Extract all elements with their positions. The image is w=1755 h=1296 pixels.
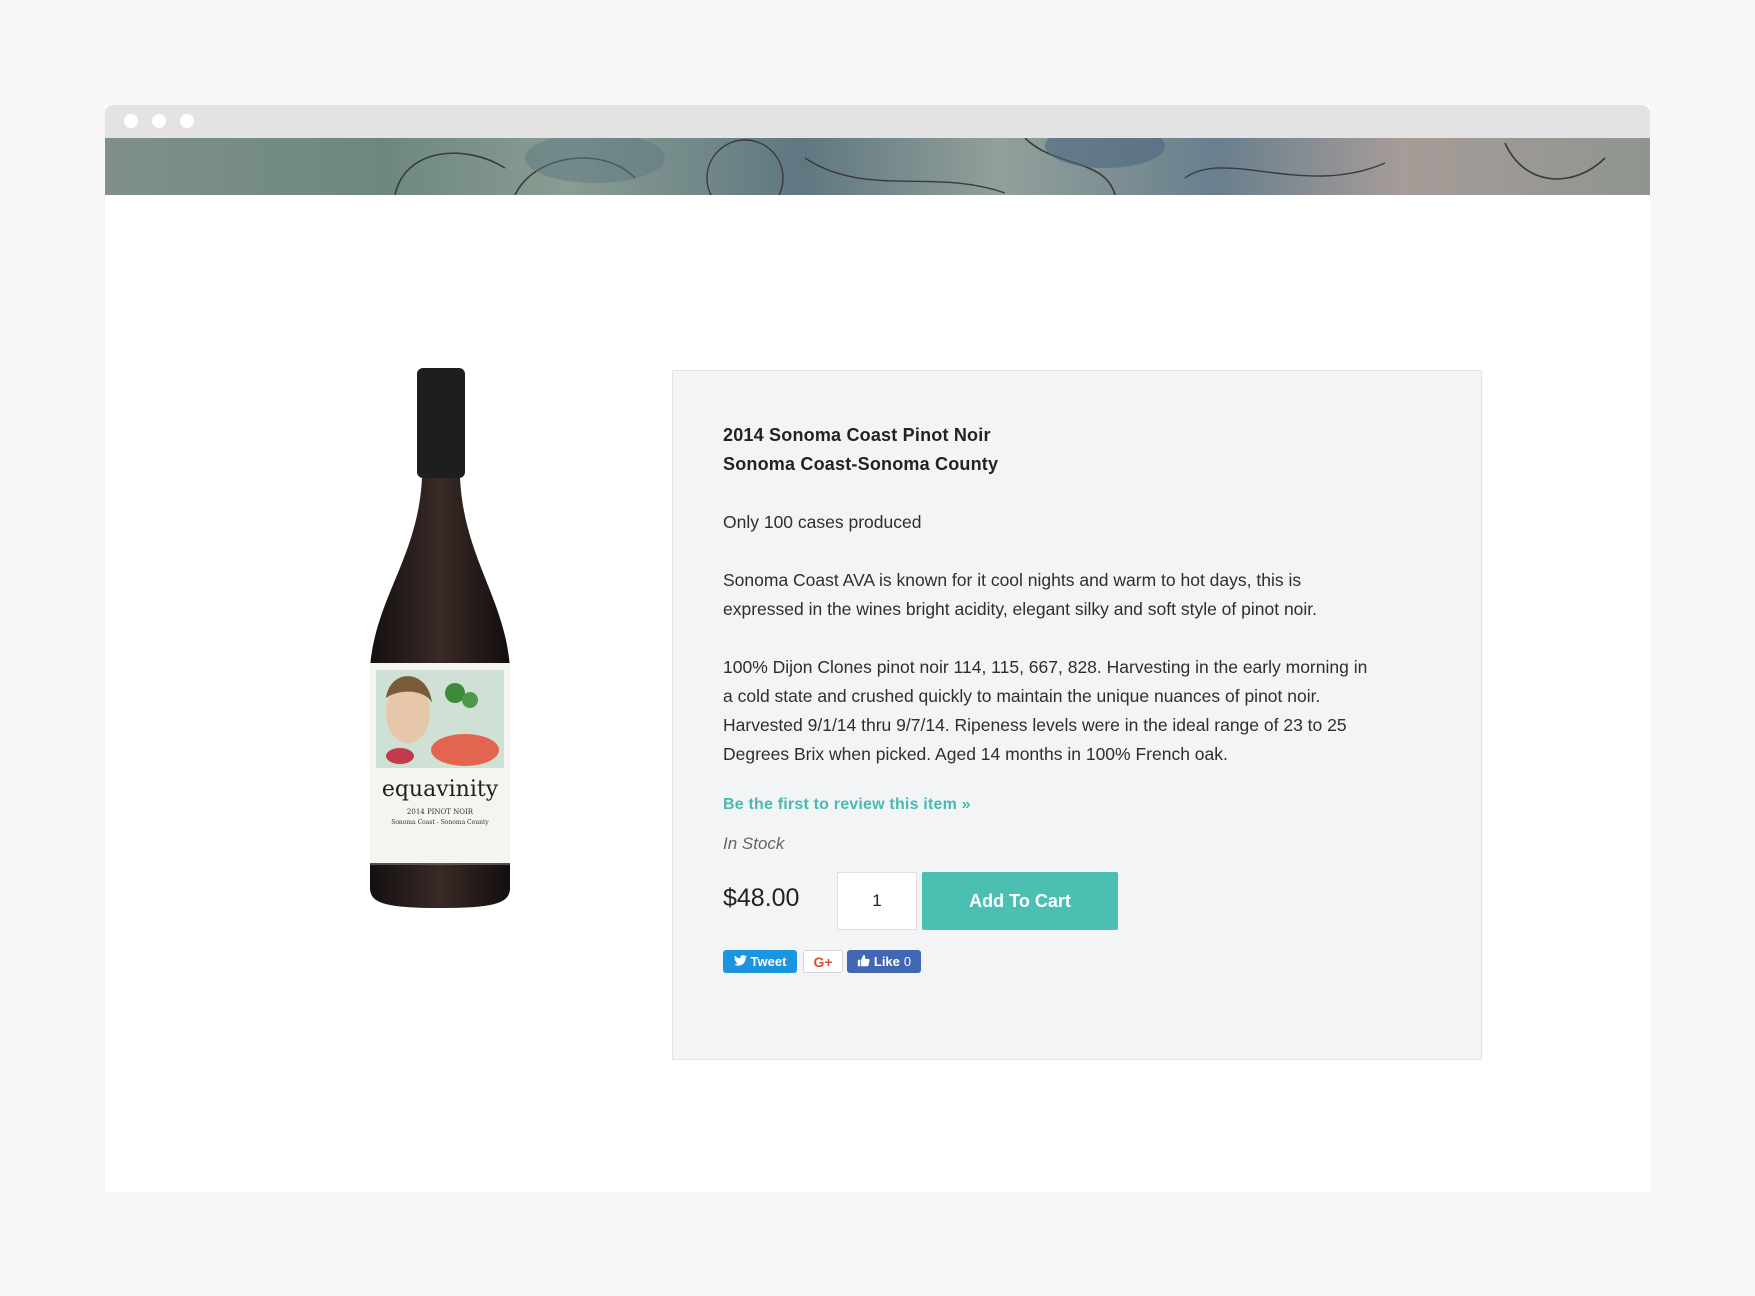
facebook-like-button[interactable]: Like 0 xyxy=(847,950,921,973)
window-titlebar xyxy=(105,105,1650,138)
twitter-bird-icon xyxy=(733,954,747,969)
bottle-region-text: Sonoma Coast - Sonoma County xyxy=(391,819,489,826)
social-share-buttons: Tweet G+ Like 0 xyxy=(723,950,1443,974)
stock-status: In Stock xyxy=(723,834,785,853)
google-plus-label: G+ xyxy=(813,953,833,970)
google-plus-button[interactable]: G+ xyxy=(803,950,843,973)
description-line: Sonoma Coast AVA is known for it cool ni… xyxy=(723,570,1302,590)
product-info: 2014 Sonoma Coast Pinot Noir Sonoma Coas… xyxy=(723,421,1443,974)
description-line: Degrees Brix when picked. Aged 14 months… xyxy=(723,744,1228,764)
description-line: 100% Dijon Clones pinot noir 114, 115, 6… xyxy=(723,657,1368,677)
description-line: Harvested 9/1/14 thru 9/7/14. Ripeness l… xyxy=(723,715,1347,735)
window-minimize-dot[interactable] xyxy=(152,114,166,128)
product-details-panel: 2014 Sonoma Coast Pinot Noir Sonoma Coas… xyxy=(672,370,1482,1060)
description-line: a cold state and crushed quickly to main… xyxy=(723,686,1321,706)
window-close-dot[interactable] xyxy=(124,114,138,128)
description-line: expressed in the wines bright acidity, e… xyxy=(723,599,1318,619)
like-label: Like xyxy=(873,954,900,969)
product-price: $48.00 xyxy=(723,884,800,912)
product-bottle-image: equavinity 2014 PINOT NOIR Sonoma Coast … xyxy=(360,368,520,908)
window-maximize-dot[interactable] xyxy=(180,114,194,128)
bottle-brand-text: equavinity xyxy=(382,777,499,802)
bottle-vintage-text: 2014 PINOT NOIR xyxy=(407,808,474,816)
product-region: Sonoma Coast-Sonoma County xyxy=(723,454,999,474)
review-link[interactable]: Be the first to review this item » xyxy=(723,796,971,814)
add-to-cart-button[interactable]: Add To Cart xyxy=(922,872,1118,930)
purchase-row: $48.00 Add To Cart xyxy=(723,872,1443,932)
like-count: 0 xyxy=(903,954,912,969)
cases-produced: Only 100 cases produced xyxy=(723,512,922,532)
tweet-label: Tweet xyxy=(750,954,787,969)
thumbs-up-icon xyxy=(857,954,870,970)
header-banner-artwork xyxy=(105,138,1650,195)
tweet-button[interactable]: Tweet xyxy=(723,950,797,973)
quantity-input[interactable] xyxy=(837,872,917,930)
product-title: 2014 Sonoma Coast Pinot Noir xyxy=(723,425,991,445)
banner-sketch-lines xyxy=(394,138,1606,195)
